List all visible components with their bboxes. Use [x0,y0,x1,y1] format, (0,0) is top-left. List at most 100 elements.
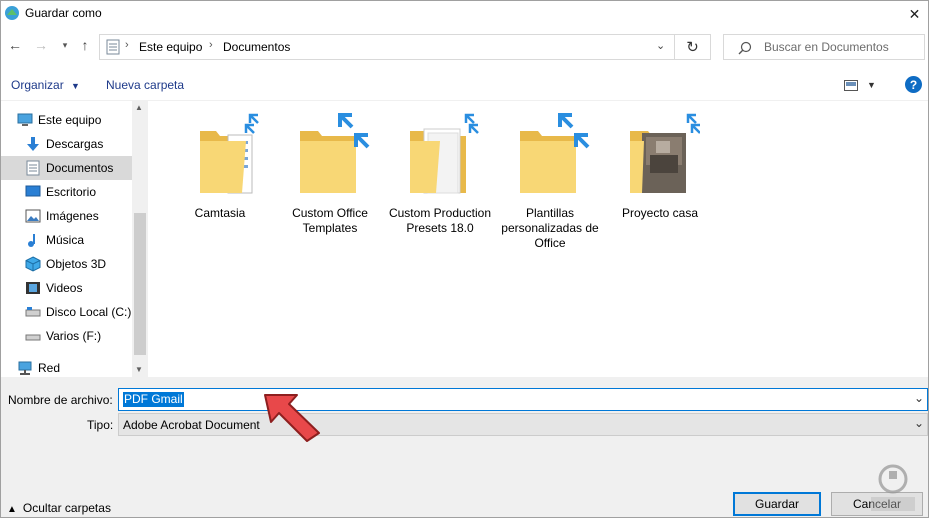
download-arrow-icon [27,137,39,151]
save-button[interactable]: Guardar [733,492,821,516]
scroll-up-icon[interactable]: ▲ [135,103,143,112]
folder-icon [410,113,479,194]
document-icon [26,160,40,176]
chevron-down-icon[interactable]: ⌄ [914,391,924,405]
navigation-row: ← → ▾ ↑ › Este equipo › Documentos ⌄ ↻ B… [1,27,928,67]
file-list: Camtasia Custom Office Templates Custom … [151,101,928,377]
folder-name: Camtasia [194,206,246,220]
sidebar-item-disco-local[interactable]: Disco Local (C:) [1,300,132,324]
refresh-button[interactable]: ↻ [675,34,711,60]
cube-3d-icon [25,256,41,272]
video-film-icon [26,282,40,294]
folder-icon [630,113,700,193]
sidebar-item-label: Documentos [46,161,114,175]
sidebar-item-documentos[interactable]: Documentos [1,156,132,180]
back-button[interactable]: ← [7,37,23,53]
sidebar-item-descargas[interactable]: Descargas [1,132,132,156]
sidebar-item-varios[interactable]: Varios (F:) [1,324,132,348]
music-note-icon [28,234,35,247]
new-folder-button[interactable]: Nueva carpeta [106,78,184,92]
computer-icon [17,113,33,126]
filename-input[interactable]: PDF Gmail ⌄ [118,388,928,411]
address-bar[interactable]: › Este equipo › Documentos ⌄ [99,34,675,60]
pictures-icon [25,209,41,223]
folder-item[interactable]: Proyecto casa [605,111,715,271]
sidebar-item-este-equipo[interactable]: Este equipo [1,108,132,132]
sidebar-item-label: Escritorio [46,185,97,199]
folder-name: Custom Production Presets 18.0 [388,206,492,235]
document-location-icon [106,39,120,55]
title-bar: Guardar como ✕ [1,1,928,27]
folder-name: Proyecto casa [621,206,699,220]
sidebar-item-imagenes[interactable]: Imágenes [1,204,132,228]
filename-label: Nombre de archivo: [8,393,113,407]
help-icon[interactable]: ? [905,76,922,93]
folder-icon [520,113,590,193]
app-icon [5,6,19,20]
watermark-logo-icon [871,464,915,511]
sidebar-item-musica[interactable]: Música [1,228,132,252]
breadcrumb-este-equipo[interactable]: Este equipo [139,40,202,54]
hide-folders-label: Ocultar carpetas [22,501,111,515]
command-bar: Organizar ▼ Nueva carpeta ▼ ? [1,67,928,101]
folder-icon [300,113,370,193]
file-type-select[interactable]: Adobe Acrobat Document ⌄ [118,413,928,436]
sidebar-item-label: Descargas [46,137,104,151]
folder-item[interactable]: Custom Office Templates [275,111,385,271]
folder-item[interactable]: Custom Production Presets 18.0 [385,111,495,271]
chevron-down-icon: ⌄ [913,416,924,430]
desktop-icon [25,185,41,197]
folder-icon [200,113,259,194]
hard-drive-icon [25,307,41,317]
recent-locations-button[interactable]: ▾ [57,37,73,53]
caret-up-icon: ▲ [7,504,17,515]
chevron-down-icon[interactable]: ▼ [867,80,876,90]
folder-item[interactable]: Plantillas personalizadas de Office [495,111,605,271]
sidebar-item-label: Este equipo [38,113,102,127]
scroll-down-icon[interactable]: ▼ [135,365,143,374]
file-type-label: Tipo: [87,418,114,432]
arrow-left-icon: ← [8,37,22,53]
arrow-right-icon: → [34,37,48,53]
filename-value[interactable]: PDF Gmail [123,392,184,407]
save-options-panel: Nombre de archivo: PDF Gmail ⌄ Tipo: Ado… [1,377,928,517]
breadcrumb-separator: › [209,39,213,51]
chevron-down-icon[interactable]: ⌄ [656,39,665,52]
sidebar-item-label: Disco Local (C:) [46,305,132,319]
forward-button[interactable]: → [33,37,49,53]
sidebar-item-label: Varios (F:) [46,329,102,343]
sidebar-item-label: Música [46,233,85,247]
hide-folders-button[interactable]: ▲ Ocultar carpetas [7,501,111,515]
organize-button[interactable]: Organizar ▼ [11,78,80,92]
network-icon [18,361,32,375]
file-type-value: Adobe Acrobat Document [123,418,260,432]
save-as-dialog: Guardar como ✕ ← → ▾ ↑ › Este equipo › D… [0,0,929,518]
sidebar-item-label: Videos [46,281,83,295]
window-title: Guardar como [25,6,102,20]
search-input[interactable]: Buscar en Documentos [764,40,889,54]
up-button[interactable]: ↑ [77,37,93,53]
search-box[interactable]: Buscar en Documentos [723,34,925,60]
sidebar-item-escritorio[interactable]: Escritorio [1,180,132,204]
sidebar-item-label: Imágenes [46,209,99,223]
breadcrumb-documentos[interactable]: Documentos [223,40,290,54]
folder-name: Custom Office Templates [292,206,368,235]
sidebar-item-objetos-3d[interactable]: Objetos 3D [1,252,132,276]
breadcrumb-separator: › [125,39,129,51]
close-icon: ✕ [908,5,921,22]
sidebar-item-label: Red [38,361,61,375]
folder-name: Plantillas personalizadas de Office [501,206,599,250]
navigation-pane: Este equipo Descargas Documentos Escrito… [1,101,148,377]
sidebar-item-videos[interactable]: Videos [1,276,132,300]
organize-label: Organizar [11,78,64,92]
close-button[interactable]: ✕ [901,1,928,27]
view-options-icon[interactable] [844,80,858,91]
refresh-icon: ↻ [686,39,699,56]
chevron-down-icon: ▾ [62,39,68,50]
navigation-scrollbar[interactable]: ▲ ▼ [132,101,148,377]
drive-icon [25,334,41,341]
scrollbar-thumb[interactable] [134,213,146,355]
chevron-down-icon: ▼ [71,81,80,91]
search-icon [738,41,752,55]
folder-item[interactable]: Camtasia [165,111,275,271]
